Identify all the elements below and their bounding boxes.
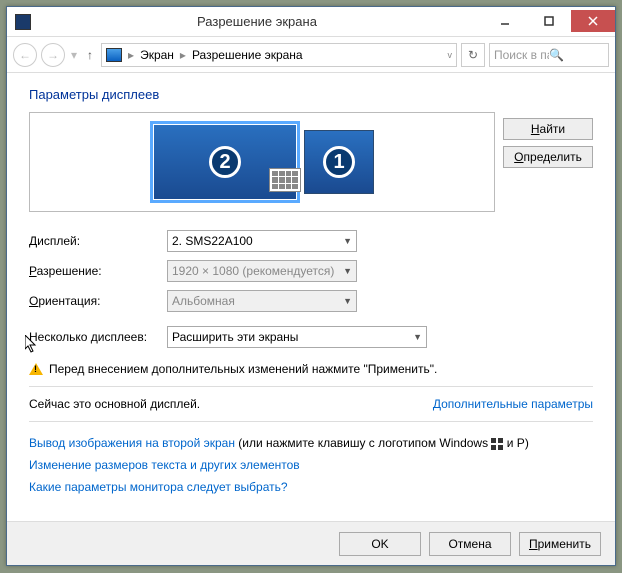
titlebar: Разрешение экрана bbox=[7, 7, 615, 37]
identify-button[interactable]: Определить bbox=[503, 146, 593, 168]
dialog-footer: OK Отмена Применить bbox=[7, 521, 615, 565]
search-icon: 🔍 bbox=[549, 48, 604, 62]
close-button[interactable] bbox=[571, 10, 615, 32]
history-dropdown[interactable]: ▾ bbox=[71, 48, 77, 62]
project-hint-a: (или нажмите клавишу с логотипом Windows bbox=[235, 436, 491, 450]
window-title: Разрешение экрана bbox=[31, 14, 483, 29]
warning-icon bbox=[29, 363, 43, 375]
breadcrumb-screen[interactable]: Экран bbox=[140, 48, 174, 62]
monitor-number-2: 2 bbox=[209, 146, 241, 178]
maximize-button[interactable] bbox=[527, 10, 571, 32]
search-placeholder: Поиск в пане... bbox=[494, 48, 549, 62]
display-combo[interactable]: 2. SMS22A100▼ bbox=[167, 230, 357, 252]
multiple-displays-label: Несколько дисплеев: bbox=[29, 330, 167, 344]
chevron-down-icon: ▼ bbox=[413, 332, 422, 342]
up-button[interactable]: ↑ bbox=[87, 48, 93, 62]
monitor-2[interactable]: 2 bbox=[150, 121, 300, 203]
address-bar[interactable]: ▸ Экран ▸ Разрешение экрана v bbox=[101, 43, 457, 67]
chevron-right-icon: ▸ bbox=[180, 48, 186, 62]
keypad-icon bbox=[269, 168, 301, 192]
advanced-settings-link[interactable]: Дополнительные параметры bbox=[433, 397, 593, 411]
which-settings-link[interactable]: Какие параметры монитора следует выбрать… bbox=[29, 480, 288, 494]
cancel-button[interactable]: Отмена bbox=[429, 532, 511, 556]
breadcrumb-resolution[interactable]: Разрешение экрана bbox=[192, 48, 303, 62]
orientation-label: Ориентация: bbox=[29, 294, 167, 308]
content-area: Параметры дисплеев 2 1 Найти Определить … bbox=[7, 73, 615, 521]
address-dropdown-icon[interactable]: v bbox=[448, 50, 453, 60]
detect-button[interactable]: Найти bbox=[503, 118, 593, 140]
chevron-down-icon: ▼ bbox=[343, 266, 352, 276]
minimize-button[interactable] bbox=[483, 10, 527, 32]
chevron-down-icon: ▼ bbox=[343, 236, 352, 246]
navigation-bar: ← → ▾ ↑ ▸ Экран ▸ Разрешение экрана v ↻ … bbox=[7, 37, 615, 73]
display-label: Дисплей: bbox=[29, 234, 167, 248]
apply-button[interactable]: Применить bbox=[519, 532, 601, 556]
monitor-1[interactable]: 1 bbox=[304, 130, 374, 194]
ok-button[interactable]: OK bbox=[339, 532, 421, 556]
resolution-combo[interactable]: 1920 × 1080 (рекомендуется)▼ bbox=[167, 260, 357, 282]
forward-button[interactable]: → bbox=[41, 43, 65, 67]
orientation-combo[interactable]: Альбомная▼ bbox=[167, 290, 357, 312]
cursor-icon bbox=[25, 335, 41, 355]
windows-logo-icon bbox=[491, 438, 503, 450]
control-panel-window: Разрешение экрана ← → ▾ ↑ ▸ Экран ▸ Разр… bbox=[6, 6, 616, 566]
refresh-button[interactable]: ↻ bbox=[461, 43, 485, 67]
page-heading: Параметры дисплеев bbox=[29, 87, 593, 102]
project-link[interactable]: Вывод изображения на второй экран bbox=[29, 436, 235, 450]
location-icon bbox=[106, 48, 122, 62]
display-arrangement-preview[interactable]: 2 1 bbox=[29, 112, 495, 212]
warning-text: Перед внесением дополнительных изменений… bbox=[49, 362, 437, 376]
chevron-right-icon: ▸ bbox=[128, 48, 134, 62]
app-icon bbox=[15, 14, 31, 30]
warning-row: Перед внесением дополнительных изменений… bbox=[29, 362, 593, 376]
monitor-number-1: 1 bbox=[323, 146, 355, 178]
text-size-link[interactable]: Изменение размеров текста и других элеме… bbox=[29, 458, 300, 472]
resolution-label: Разрешение: bbox=[29, 264, 167, 278]
back-button[interactable]: ← bbox=[13, 43, 37, 67]
multiple-displays-combo[interactable]: Расширить эти экраны▼ bbox=[167, 326, 427, 348]
project-hint-b: и P) bbox=[503, 436, 528, 450]
chevron-down-icon: ▼ bbox=[343, 296, 352, 306]
search-input[interactable]: Поиск в пане... 🔍 bbox=[489, 43, 609, 67]
main-display-text: Сейчас это основной дисплей. bbox=[29, 397, 200, 411]
